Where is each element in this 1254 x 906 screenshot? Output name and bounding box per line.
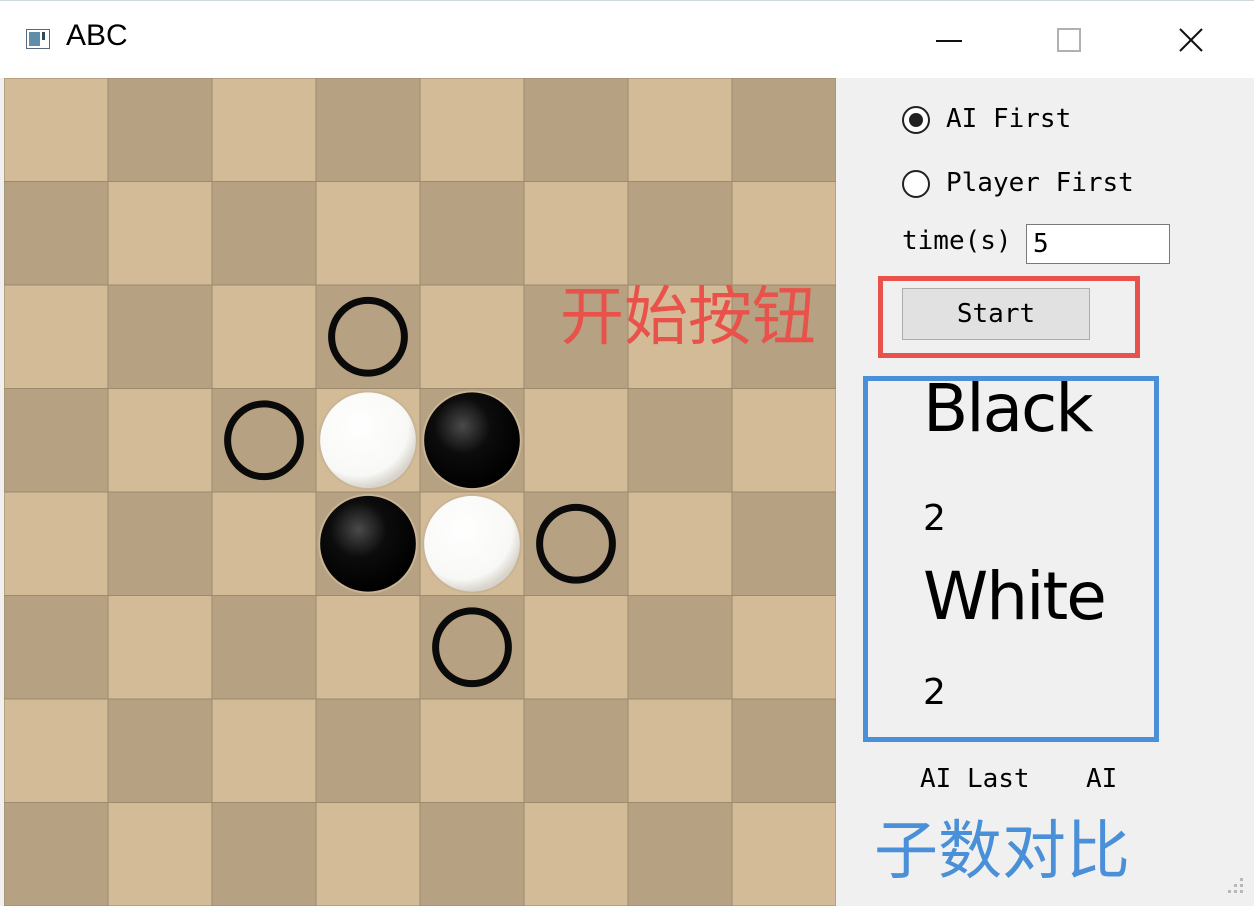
board-cell[interactable] bbox=[419, 78, 525, 182]
game-board[interactable] bbox=[4, 78, 836, 906]
board-cell[interactable] bbox=[627, 802, 733, 906]
board-cell[interactable] bbox=[419, 698, 525, 803]
start-annotation: 开始按钮 bbox=[560, 281, 816, 355]
time-input[interactable]: 5 bbox=[1026, 224, 1170, 264]
board-cell[interactable] bbox=[107, 698, 213, 803]
board-cell[interactable] bbox=[731, 491, 836, 596]
board-cell[interactable] bbox=[315, 78, 421, 182]
board-cell[interactable] bbox=[315, 698, 421, 803]
board-cell[interactable] bbox=[523, 388, 629, 493]
title-bar: ABC bbox=[0, 0, 1254, 78]
score-annotation: 子数对比 bbox=[874, 815, 1130, 889]
board-cell[interactable] bbox=[419, 181, 525, 286]
board-cell[interactable] bbox=[627, 698, 733, 803]
board-cell[interactable] bbox=[4, 78, 109, 182]
board-cell[interactable] bbox=[419, 284, 525, 389]
minimize-icon bbox=[936, 40, 962, 42]
board-cell[interactable] bbox=[4, 491, 109, 596]
board-cell[interactable] bbox=[211, 802, 317, 906]
board-cell[interactable] bbox=[107, 78, 213, 182]
board-cell[interactable] bbox=[627, 491, 733, 596]
board-cell[interactable] bbox=[627, 388, 733, 493]
player-first-label[interactable]: Player First bbox=[946, 168, 1134, 198]
board-cell[interactable] bbox=[107, 388, 213, 493]
board-cell[interactable] bbox=[523, 595, 629, 700]
board-cell[interactable] bbox=[4, 284, 109, 389]
board-cell[interactable] bbox=[4, 595, 109, 700]
last-move-label: AI Last bbox=[920, 764, 1030, 794]
board-cell[interactable] bbox=[107, 284, 213, 389]
board-cell[interactable] bbox=[107, 181, 213, 286]
board-cell[interactable] bbox=[4, 698, 109, 803]
minimize-button[interactable] bbox=[888, 1, 1008, 79]
board-cell[interactable] bbox=[107, 491, 213, 596]
board-cell[interactable] bbox=[211, 181, 317, 286]
board-cell[interactable] bbox=[211, 284, 317, 389]
board-cell[interactable] bbox=[315, 802, 421, 906]
board-cell[interactable] bbox=[211, 491, 317, 596]
app-window-icon bbox=[26, 29, 50, 49]
board-cell[interactable] bbox=[4, 802, 109, 906]
board-cell[interactable] bbox=[731, 595, 836, 700]
board-cell[interactable] bbox=[107, 802, 213, 906]
board-cell[interactable] bbox=[315, 595, 421, 700]
white-stone bbox=[320, 392, 416, 489]
board-cell[interactable] bbox=[523, 802, 629, 906]
board-cell[interactable] bbox=[731, 78, 836, 182]
board-cell[interactable] bbox=[523, 78, 629, 182]
board-cell[interactable] bbox=[523, 698, 629, 803]
last-move-value: AI bbox=[1086, 764, 1118, 794]
board-cell[interactable] bbox=[731, 802, 836, 906]
board-cell[interactable] bbox=[731, 388, 836, 493]
close-icon bbox=[1179, 28, 1203, 52]
board-cell[interactable] bbox=[627, 78, 733, 182]
close-button[interactable] bbox=[1128, 1, 1248, 79]
resize-grip-icon[interactable] bbox=[1222, 872, 1250, 902]
board-cell[interactable] bbox=[627, 595, 733, 700]
time-label: time(s) bbox=[902, 226, 1012, 256]
black-stone bbox=[424, 392, 520, 489]
player-first-radio[interactable] bbox=[902, 170, 930, 198]
white-stone bbox=[424, 495, 520, 592]
board-cell[interactable] bbox=[419, 802, 525, 906]
board-cell[interactable] bbox=[211, 698, 317, 803]
ai-first-label[interactable]: AI First bbox=[946, 104, 1071, 134]
window-title: ABC bbox=[66, 19, 128, 52]
score-highlight-box bbox=[863, 376, 1159, 742]
maximize-icon bbox=[1057, 28, 1081, 52]
board-cell[interactable] bbox=[315, 181, 421, 286]
board-cell[interactable] bbox=[4, 181, 109, 286]
board-cell[interactable] bbox=[211, 595, 317, 700]
board-cell[interactable] bbox=[211, 78, 317, 182]
board-cell[interactable] bbox=[107, 595, 213, 700]
board-cell[interactable] bbox=[4, 388, 109, 493]
maximize-button[interactable] bbox=[1008, 1, 1128, 79]
black-stone bbox=[320, 495, 416, 592]
start-highlight-box bbox=[878, 276, 1140, 358]
ai-first-radio[interactable] bbox=[902, 106, 930, 134]
board-cell[interactable] bbox=[731, 698, 836, 803]
